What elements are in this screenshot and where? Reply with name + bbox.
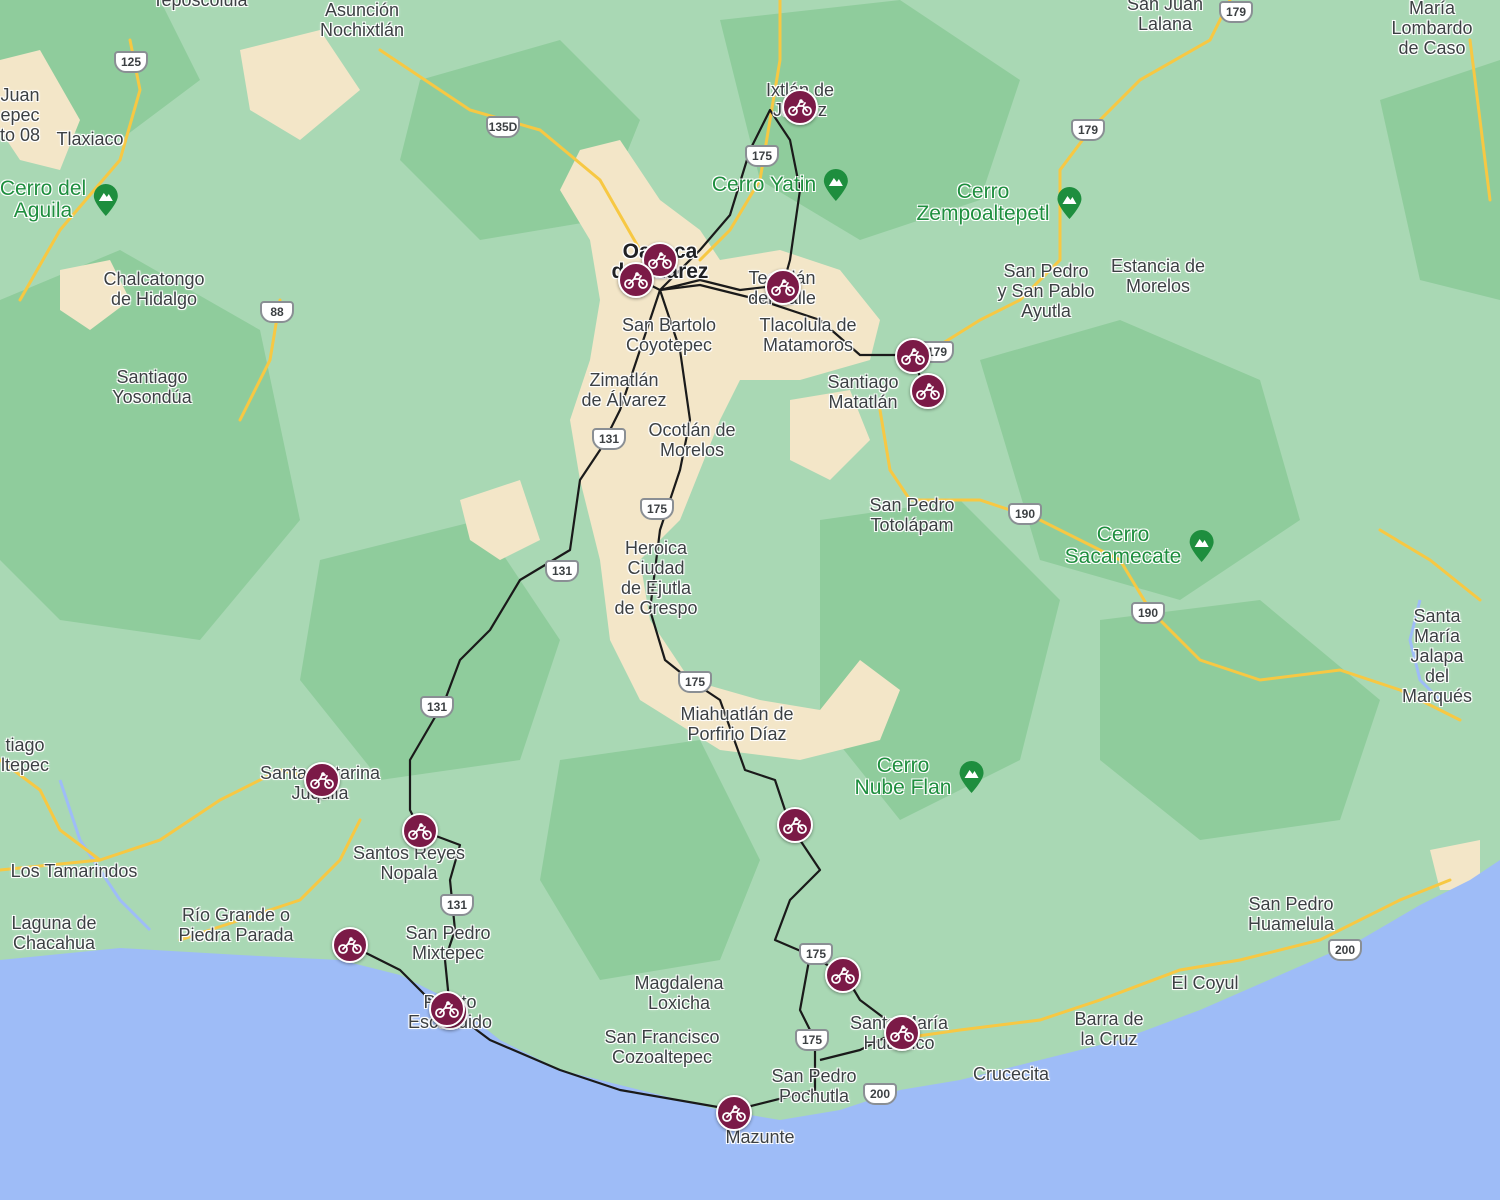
peak-marker[interactable]: Cerro Zempoaltepetl [916,181,1083,225]
route-stop-marker[interactable] [304,762,340,798]
route-stop-marker[interactable] [402,813,438,849]
place-label: Chalcatongo de Hidalgo [103,269,205,309]
route-stop-marker[interactable] [618,262,654,298]
motorcycle-icon [916,383,940,400]
motorcycle-icon [408,823,432,840]
highway-shield: 200 [863,1083,897,1105]
place-label: Tlacolula de Matamoros [759,315,857,355]
motorcycle-icon [771,279,795,296]
route-stop-marker[interactable] [884,1015,920,1051]
route-stop-marker[interactable] [825,957,861,993]
place-label: San Juan Lalana [1126,0,1204,34]
place-label: San Bartolo Coyotepec [621,315,717,355]
place-label: Laguna de Chacahua [11,913,97,953]
place-label: María Lombardo de Caso [1391,0,1473,58]
highway-shield: 175 [678,671,712,693]
highway-shield: 190 [1008,503,1042,525]
place-label: San Pedro Totolápam [869,495,955,535]
route-stop-marker[interactable] [777,807,813,843]
highway-shield: 175 [795,1029,829,1051]
motorcycle-icon [783,817,807,834]
place-label: Santa María Jalapa del Marqués [1401,606,1473,706]
highway-shield: 131 [592,428,626,450]
place-label: Santos Reyes Nopala [352,843,466,883]
route-stop-marker[interactable] [782,89,818,125]
place-label: San Pedro y San Pablo Ayutla [997,261,1095,321]
peak-marker[interactable]: Cerro Sacamecate [1065,524,1216,568]
peak-name: Cerro Nube Flan [854,754,952,799]
motorcycle-icon [310,772,334,789]
route-stop-marker[interactable] [895,338,931,374]
place-label: Barra de la Cruz [1074,1009,1144,1049]
highway-shield: 175 [745,145,779,167]
place-label: Santiago Matatlán [827,372,899,412]
peak-name: Cerro Yatin [711,173,817,196]
mountain-icon [824,169,849,201]
mountain-icon [1189,530,1214,562]
place-label: Estancia de Morelos [1110,256,1206,296]
place-label: Río Grande o Piedra Parada [178,905,294,945]
highway-shield: 175 [799,943,833,965]
motorcycle-icon [624,272,648,289]
mountain-icon [1057,187,1082,219]
motorcycle-icon [901,348,925,365]
motorcycle-icon [338,937,362,954]
place-label: Zimatlán de Álvarez [581,370,667,410]
peak-marker[interactable]: Cerro del Aguila [0,178,120,222]
place-label: Heroica Ciudad de Ejutla de Crespo [614,538,698,618]
motorcycle-icon [788,99,812,116]
place-label: San Pedro Mixtepec [405,923,491,963]
route-stop-marker[interactable] [910,373,946,409]
place-label: Crucecita [972,1064,1050,1084]
peak-name: Cerro Zempoaltepetl [916,180,1050,225]
highway-shield: 125 [114,51,148,73]
peak-marker[interactable]: Cerro Nube Flan [855,755,986,799]
highway-shield: 190 [1131,602,1165,624]
highway-shield: 135D [486,116,520,138]
motorcycle-icon [722,1105,746,1122]
place-label: San Pedro Pochutla [771,1066,857,1106]
place-label: tiago ltepec [0,735,50,775]
place-label: Juan epec to 08 [0,85,41,145]
place-label: El Coyul [1171,973,1239,993]
place-label: Tlaxiaco [56,129,124,149]
peak-marker[interactable]: Cerro Yatin [712,168,850,202]
highway-shield: 131 [420,696,454,718]
place-label: Ocotlán de Morelos [648,420,736,460]
highway-shield: 179 [1219,1,1253,23]
peak-name: Cerro Sacamecate [1064,523,1182,568]
map-canvas[interactable]: Teposcolula Asunción Nochixtlán San Juan L… [0,0,1500,1200]
motorcycle-icon [890,1025,914,1042]
place-label: San Pedro Huamelula [1247,894,1335,934]
place-label: San Francisco Cozoaltepec [604,1027,720,1067]
mountain-icon [959,761,984,793]
route-stop-marker[interactable] [332,927,368,963]
place-label: Santiago Yosondúa [112,367,192,407]
highway-shield: 131 [440,894,474,916]
place-label: Magdalena Loxicha [634,973,724,1013]
highway-shield: 200 [1328,939,1362,961]
highway-shield: 88 [260,301,294,323]
place-label: Teposcolula [152,0,248,10]
route-stop-marker[interactable] [716,1095,752,1131]
motorcycle-icon [831,967,855,984]
route-stop-marker[interactable] [765,269,801,305]
highway-shield: 179 [1071,119,1105,141]
place-label: Los Tamarindos [10,861,138,881]
peak-name: Cerro del Aguila [0,177,87,222]
highway-shield: 175 [640,498,674,520]
place-label: Asunción Nochixtlán [319,0,405,40]
mountain-icon [94,184,119,216]
motorcycle-icon [435,1001,459,1018]
place-label: Miahuatlán de Porfirio Díaz [680,704,794,744]
motorcycle-icon [648,252,672,269]
highway-shield: 131 [545,560,579,582]
route-stop-marker[interactable] [429,991,465,1027]
